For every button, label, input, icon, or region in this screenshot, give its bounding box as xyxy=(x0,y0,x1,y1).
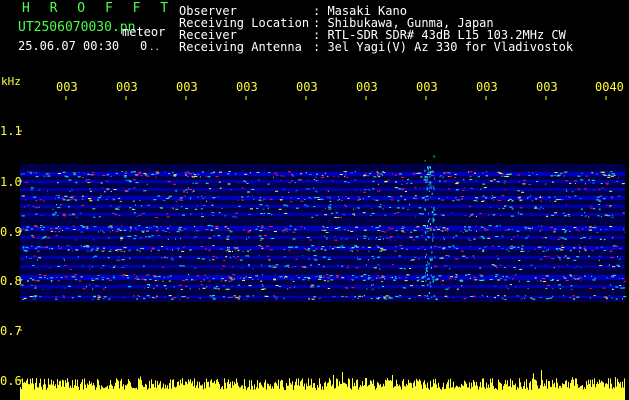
label-antenna: Receiving Antenna xyxy=(179,40,302,54)
mode-label: meteor xyxy=(122,25,166,39)
signal-level-bars xyxy=(20,370,625,400)
x-tick-label: 003 xyxy=(536,80,558,94)
file-name: UT2506070030.pn xyxy=(18,20,136,35)
app-title: H R O F F T xyxy=(22,1,175,16)
extra-value: 0 xyxy=(140,39,148,53)
x-tick-label: 003 xyxy=(236,80,258,94)
y-tick-label: 1.1 xyxy=(0,124,22,138)
x-tick-label: 003 xyxy=(296,80,318,94)
y-tick-label: 0.9 xyxy=(0,225,22,239)
spectrogram-display xyxy=(18,96,627,400)
y-tick-label: 0.7 xyxy=(0,324,22,338)
x-tick-label: 003 xyxy=(416,80,438,94)
y-axis-unit: kHz xyxy=(1,75,21,88)
x-tick-label: 003 xyxy=(116,80,138,94)
x-axis-ticks xyxy=(65,96,607,100)
date-time: 25.06.07 00:30 xyxy=(18,39,120,53)
extra-value-2: .. xyxy=(149,43,160,53)
y-tick-label: 0.6 xyxy=(0,374,22,388)
y-tick-label: 0.8 xyxy=(0,274,22,288)
x-tick-label: 003 xyxy=(56,80,78,94)
value-antenna: : 3el Yagi(V) Az 330 for Vladivostok xyxy=(313,40,574,54)
y-tick-label: 1.0 xyxy=(0,175,22,189)
x-tick-label: 0040 xyxy=(595,80,624,94)
waterfall-bands xyxy=(20,164,625,302)
x-tick-label: 003 xyxy=(176,80,198,94)
x-tick-label: 003 xyxy=(476,80,498,94)
x-tick-label: 003 xyxy=(356,80,378,94)
